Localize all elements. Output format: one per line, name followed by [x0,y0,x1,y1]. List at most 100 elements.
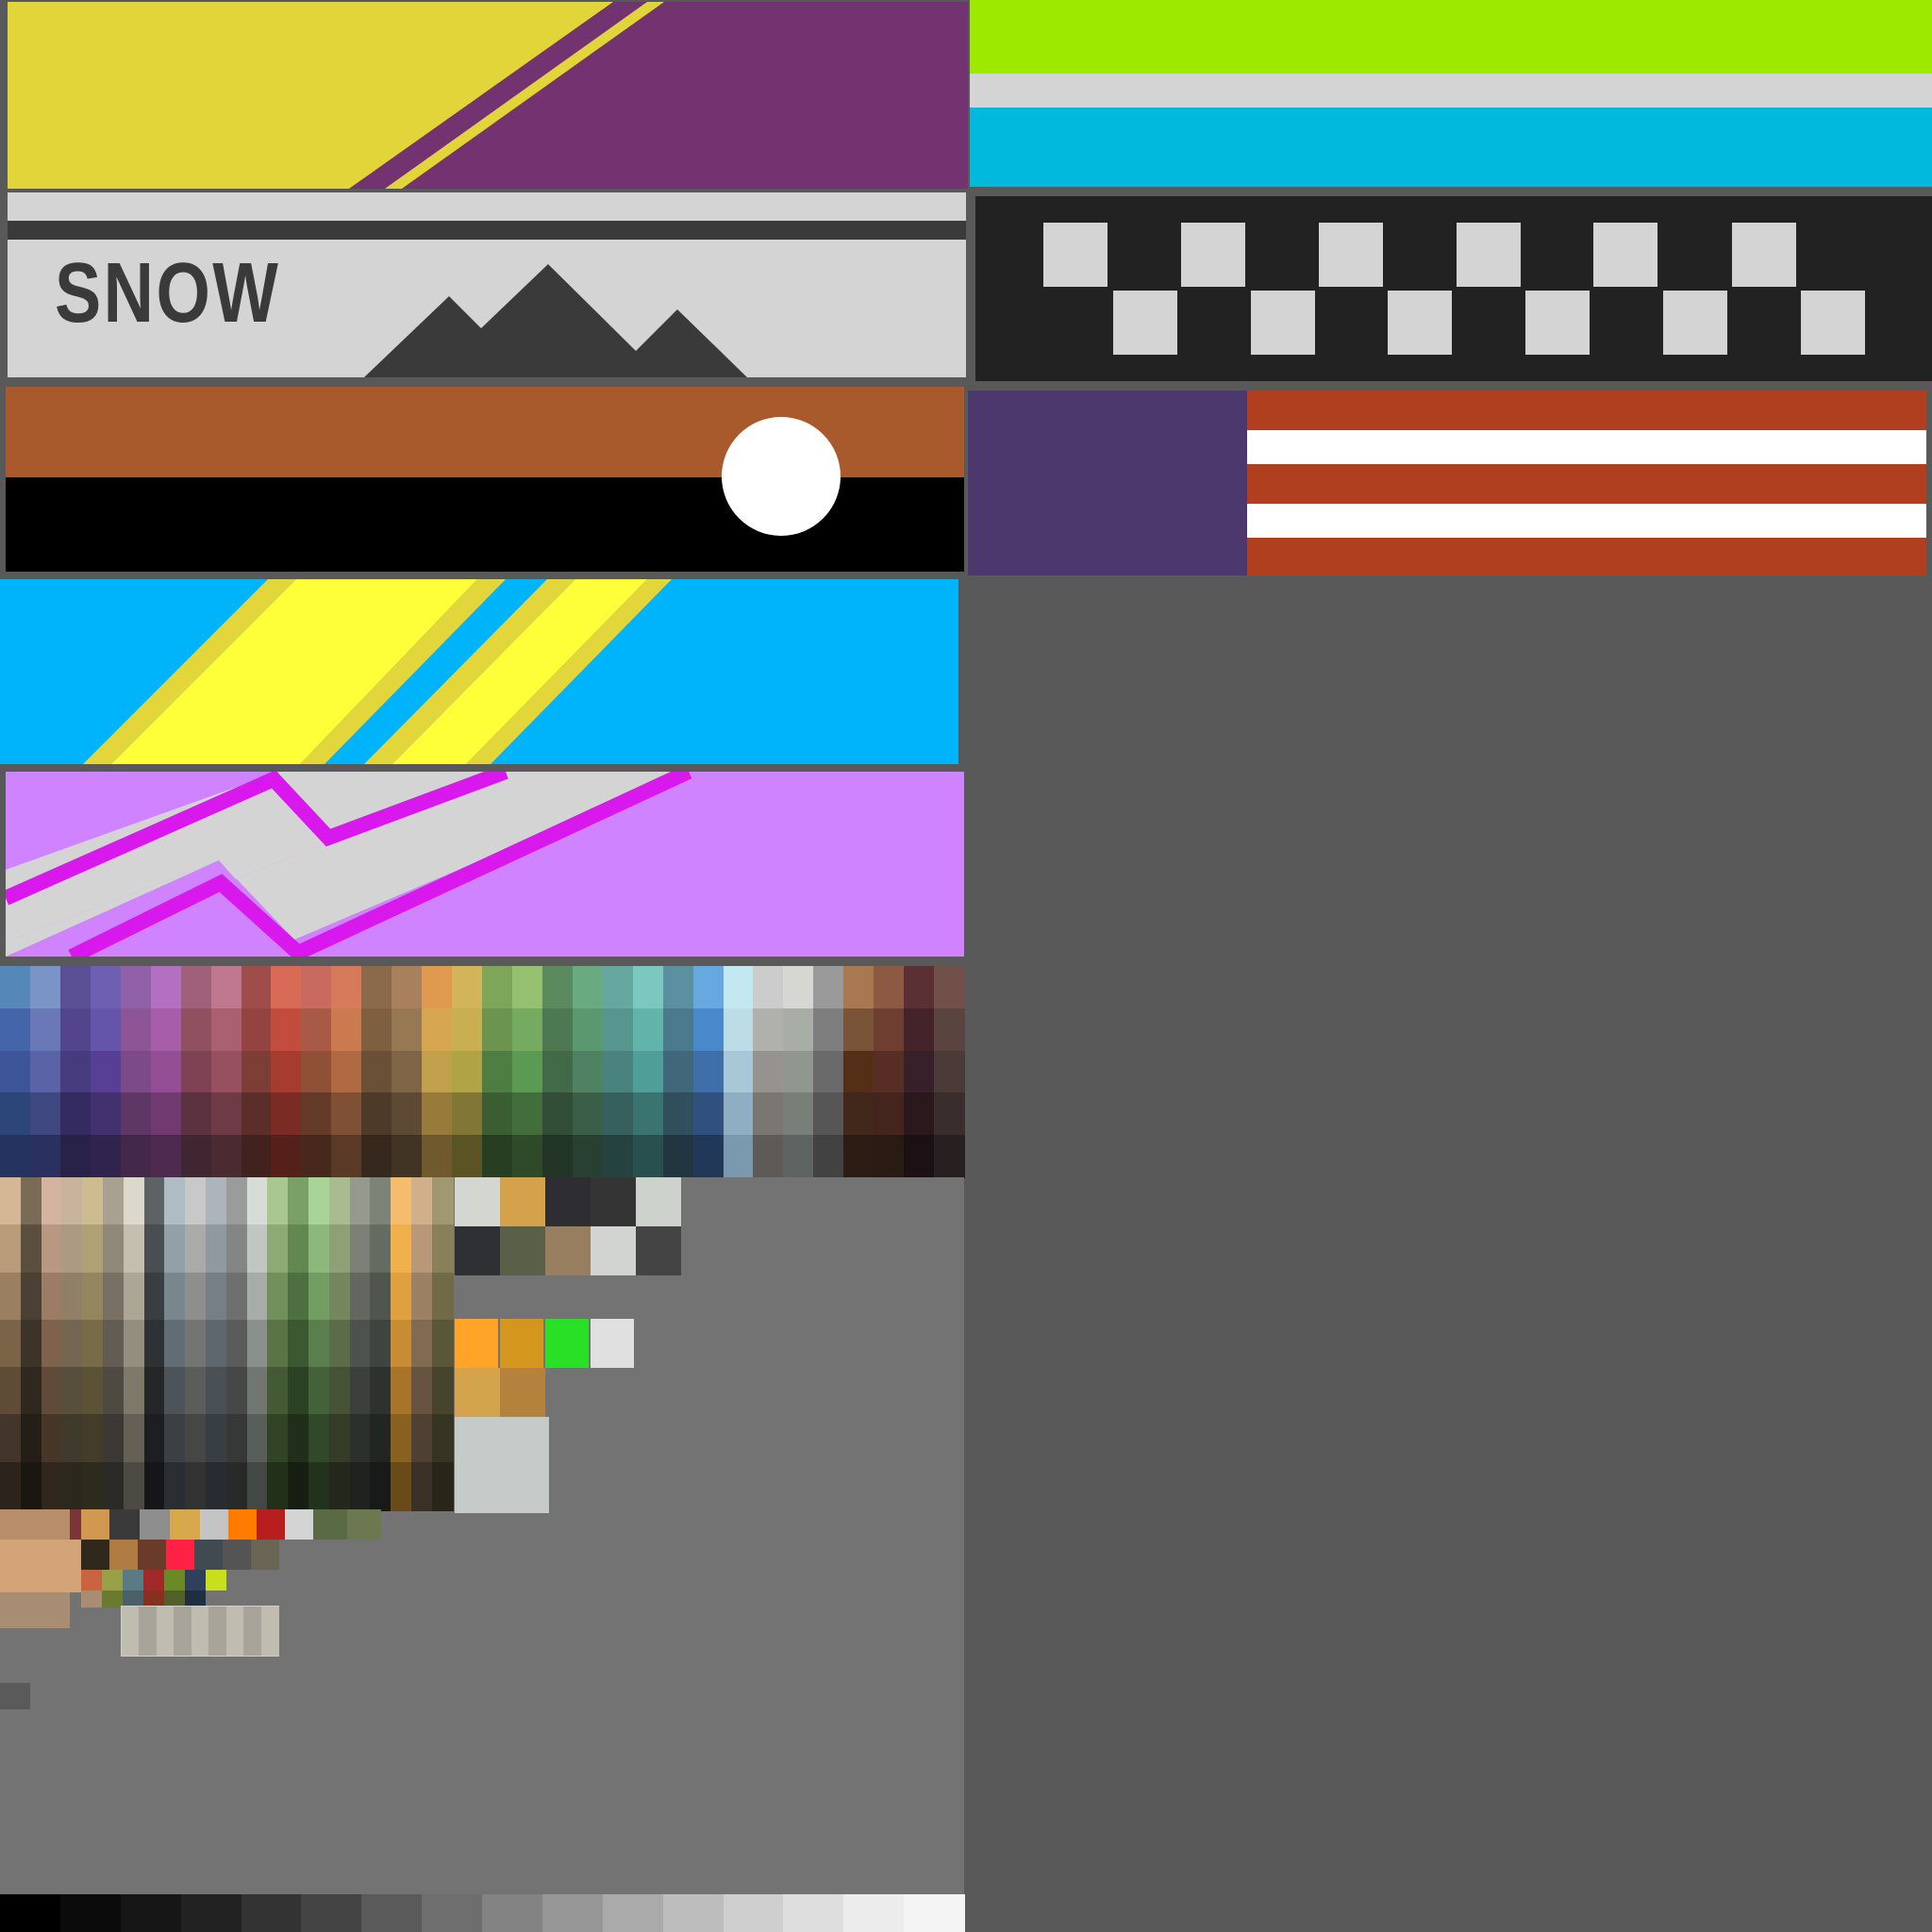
palette-cell [271,1135,302,1178]
palette-cell [226,1462,248,1511]
palette-cell [455,1177,500,1226]
palette-cell [350,1177,372,1226]
grayscale-ramp [0,1894,965,1932]
palette-cell [185,1414,207,1463]
palette-cell [452,1092,483,1136]
film-strip-cell [139,1607,157,1656]
palette-cell [482,1051,513,1094]
palette-cell [753,1008,784,1052]
palette-cell [151,966,182,1009]
palette-cell [288,1414,309,1463]
accent-swatch [545,1319,589,1368]
checker-square [1801,291,1865,355]
palette-cell [206,1320,227,1369]
palette-cell [500,1177,545,1226]
palette-cell [61,1320,83,1369]
palette-cell [211,1051,242,1094]
palette-cell [60,1135,92,1178]
palette-cell [144,1224,166,1274]
lilac-zigzag-swatch [6,772,964,957]
palette-cell [0,1414,22,1463]
small-swatch [185,1570,206,1591]
palette-cell [226,1177,248,1226]
palette-cell [181,1051,212,1094]
palette-cell [500,1226,545,1275]
palette-cell [370,1273,391,1322]
small-swatch [257,1509,285,1540]
palette-cell [121,1092,152,1136]
palette-cell [247,1367,269,1416]
small-swatch [143,1570,164,1591]
palette-cell [301,966,332,1009]
palette-cell [512,966,543,1009]
small-swatch [140,1509,170,1540]
palette-cell [452,1135,483,1178]
palette-cell [874,1135,905,1178]
palette-cell [350,1414,372,1463]
palette-cell [391,1051,423,1094]
palette-cell [247,1224,269,1274]
palette-cell [904,1092,935,1136]
palette-cell [60,1051,92,1094]
palette-cell [30,1051,61,1094]
palette-cell [0,1273,22,1322]
palette-cell [301,1092,332,1136]
palette-cell [185,1177,207,1226]
checker-square [1663,291,1727,355]
palette-cell [242,1051,273,1094]
palette-cell [164,1177,186,1226]
palette-cell [91,1008,122,1052]
palette-cell [181,966,212,1009]
palette-cell [164,1367,186,1416]
palette-cell [512,1008,543,1052]
palette-cell [42,1367,63,1416]
palette-cell [603,1092,634,1136]
palette-cell [308,1462,330,1511]
checker-square [1043,223,1108,287]
grayscale-cell [482,1894,543,1932]
palette-cell [288,1224,309,1274]
palette-cell [663,966,694,1009]
palette-cell [329,1367,351,1416]
palette-cell [288,1177,309,1226]
palette-cell [61,1224,83,1274]
palette-cell [42,1320,63,1369]
accent-swatch [455,1319,498,1368]
palette-cell [21,1462,42,1511]
small-swatch [109,1509,140,1540]
palette-cell [350,1367,372,1416]
small-swatch [166,1540,194,1570]
palette-cell [361,1092,392,1136]
palette-cell [308,1273,330,1322]
palette-cell [361,1135,392,1178]
palette-cell [91,1092,122,1136]
palette-top-band [0,966,965,1178]
small-swatch [170,1509,200,1540]
sunset-panel [6,387,964,572]
palette-cell [724,1135,755,1178]
small-swatch [0,1509,70,1540]
palette-cell [411,1224,433,1274]
palette-cell [308,1177,330,1226]
palette-cell [813,966,844,1009]
palette-cell [185,1462,207,1511]
palette-cell [432,1273,454,1322]
palette-cell [82,1462,104,1511]
small-swatch [81,1509,109,1540]
palette-cell [103,1414,125,1463]
palette-cell [693,966,724,1009]
palette-cell [391,1224,412,1274]
palette-cell [0,1008,31,1052]
film-strip-cell [174,1607,192,1656]
flag-stripes [1247,391,1926,575]
palette-cell [603,966,634,1009]
checker-square [1457,223,1521,287]
checker-panel [975,196,1932,381]
palette-cell [185,1224,207,1274]
blue-yellow-diagonal-swatch [0,579,958,764]
palette-cell [82,1273,104,1322]
palette-cell [226,1224,248,1274]
palette-cell [370,1462,391,1511]
palette-cell [144,1414,166,1463]
palette-cell [422,1051,453,1094]
